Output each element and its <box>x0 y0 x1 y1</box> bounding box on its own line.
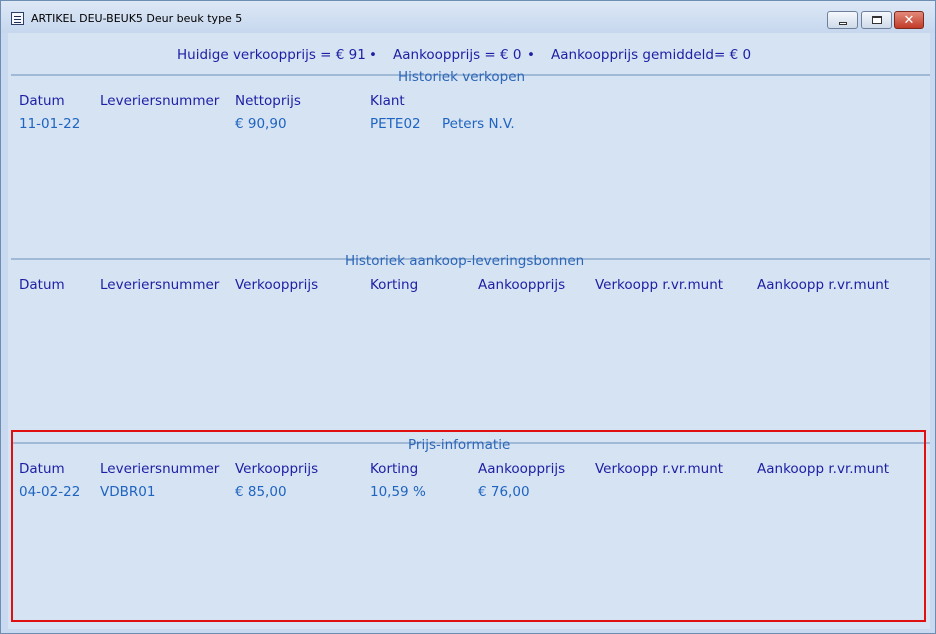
column-header-datum: Datum <box>19 461 65 477</box>
app-document-icon[interactable] <box>11 12 24 25</box>
price-row-verkoopprijs[interactable]: € 85,00 <box>235 484 287 500</box>
column-header-verkoopprijs-vreemde-munt: Verkoopp r.vr.munt <box>595 277 724 293</box>
close-button[interactable]: ✕ <box>894 11 924 29</box>
sales-row-klant-naam[interactable]: Peters N.V. <box>442 116 515 132</box>
window-title: ARTIKEL DEU-BEUK5 Deur beuk type 5 <box>31 12 243 25</box>
article-window: ARTIKEL DEU-BEUK5 Deur beuk type 5 ✕ Hui… <box>0 0 936 634</box>
section-title-purchase-history: Historiek aankoop-leveringsbonnen <box>345 253 585 269</box>
column-header-klant: Klant <box>370 93 405 109</box>
summary-bullet: • <box>527 47 535 63</box>
current-sale-price: Huidige verkoopprijs = € 91 <box>177 47 366 63</box>
column-header-aankoopprijs: Aankoopprijs <box>478 277 566 293</box>
section-title-sales-history: Historiek verkopen <box>398 69 526 85</box>
column-header-leveriersnummer: Leveriersnummer <box>100 461 220 477</box>
article-content: Huidige verkoopprijs = € 91 • Aankooppri… <box>8 33 930 629</box>
column-header-verkoopprijs-vreemde-munt: Verkoopp r.vr.munt <box>595 461 724 477</box>
section-title-price-info: Prijs-informatie <box>408 437 511 453</box>
column-header-verkoopprijs: Verkoopprijs <box>235 461 319 477</box>
price-row-korting[interactable]: 10,59 % <box>370 484 426 500</box>
column-header-verkoopprijs: Verkoopprijs <box>235 277 319 293</box>
sales-row-klant-code[interactable]: PETE02 <box>370 116 421 132</box>
column-header-nettoprijs: Nettoprijs <box>235 93 301 109</box>
column-header-aankoopprijs-vreemde-munt: Aankoopp r.vr.munt <box>757 277 890 293</box>
column-header-datum: Datum <box>19 277 65 293</box>
maximize-icon <box>871 16 882 24</box>
price-row-aankoopprijs[interactable]: € 76,00 <box>478 484 530 500</box>
column-header-datum: Datum <box>19 93 65 109</box>
column-header-korting: Korting <box>370 277 419 293</box>
maximize-button[interactable] <box>861 11 892 29</box>
minimize-button[interactable] <box>827 11 858 29</box>
purchase-price: Aankoopprijs = € 0 <box>393 47 522 63</box>
title-bar[interactable]: ARTIKEL DEU-BEUK5 Deur beuk type 5 ✕ <box>1 1 935 33</box>
price-row-leveriersnummer[interactable]: VDBR01 <box>100 484 155 500</box>
summary-bullet: • <box>369 47 377 63</box>
column-header-korting: Korting <box>370 461 419 477</box>
price-row-datum[interactable]: 04-02-22 <box>19 484 80 500</box>
average-purchase-price: Aankoopprijs gemiddeld= € 0 <box>551 47 752 63</box>
column-header-leveriersnummer: Leveriersnummer <box>100 93 220 109</box>
sales-row-datum[interactable]: 11-01-22 <box>19 116 80 132</box>
price-info-highlight-frame <box>11 430 926 622</box>
column-header-aankoopprijs: Aankoopprijs <box>478 461 566 477</box>
column-header-leveriersnummer: Leveriersnummer <box>100 277 220 293</box>
close-icon: ✕ <box>903 12 915 28</box>
minimize-icon <box>838 21 847 25</box>
sales-row-nettoprijs[interactable]: € 90,90 <box>235 116 287 132</box>
column-header-aankoopprijs-vreemde-munt: Aankoopp r.vr.munt <box>757 461 890 477</box>
